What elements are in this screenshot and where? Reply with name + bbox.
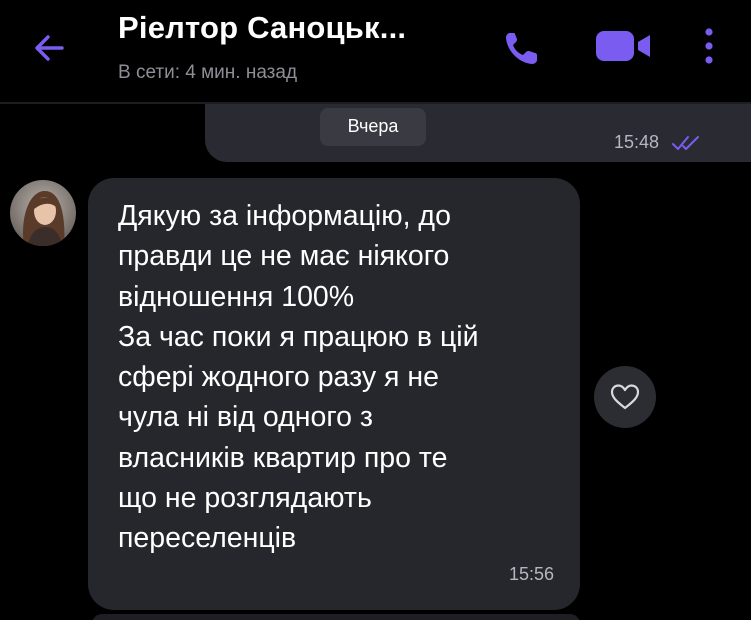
video-camera-icon [596,31,650,61]
incoming-message-bubble[interactable]: Дякую за інформацію, до правди це не має… [88,178,580,610]
phone-icon [506,33,537,64]
more-options-button[interactable] [694,24,724,68]
more-vertical-icon [705,28,713,64]
next-message-bubble [92,614,580,620]
like-reaction-button[interactable] [594,366,656,428]
call-button[interactable] [500,26,544,70]
read-double-check-icon [672,136,699,150]
back-button[interactable] [28,26,72,70]
contact-avatar[interactable] [10,180,76,246]
message-time: 15:56 [508,564,554,584]
chat-header: Ріелтор Саноцьк... В сети: 4 мин. назад [0,0,751,104]
outgoing-message-bubble[interactable]: 15:48 [205,104,751,162]
message-time: 15:48 [613,132,659,152]
arrow-left-icon [35,35,64,61]
avatar-photo-icon [10,180,76,246]
video-call-button[interactable] [594,26,656,66]
chat-title[interactable]: Ріелтор Саноцьк... [118,10,406,46]
date-separator: Вчера [320,108,426,146]
last-seen-status: В сети: 4 мин. назад [118,62,298,83]
heart-outline-icon [610,384,640,410]
message-text: Дякую за інформацію, до правди це не має… [118,200,479,555]
